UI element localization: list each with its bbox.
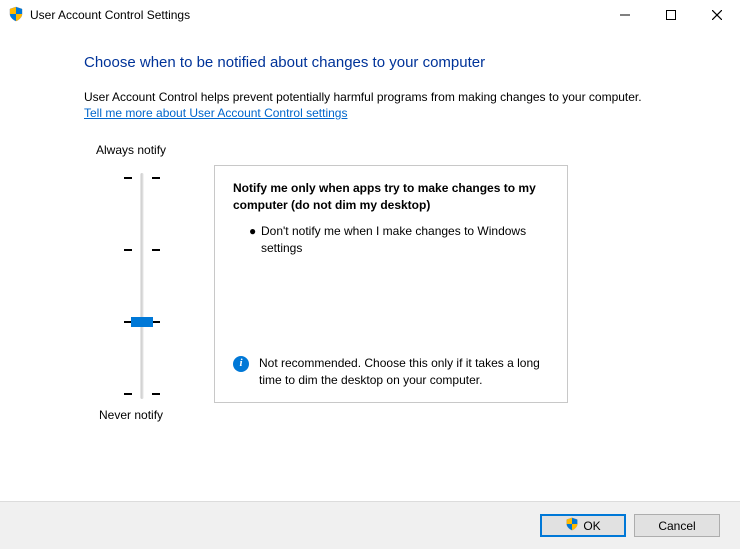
shield-icon [565,517,579,534]
content-area: Choose when to be notified about changes… [0,30,740,433]
bullet-icon: ● [249,223,261,257]
slider-thumb[interactable] [131,317,153,327]
slider-label-always: Always notify [96,143,166,157]
minimize-button[interactable] [602,0,648,30]
window-controls [602,0,740,30]
notification-slider[interactable] [122,167,162,405]
title-bar: User Account Control Settings [0,0,740,30]
page-heading: Choose when to be notified about changes… [84,54,704,71]
panel-warning: i Not recommended. Choose this only if i… [233,355,549,389]
learn-more-link[interactable]: Tell me more about User Account Control … [84,106,347,120]
panel-bullet: ● Don't notify me when I make changes to… [233,223,549,257]
slider-tick [124,393,132,395]
slider-tick [152,177,160,179]
shield-icon [8,6,24,25]
close-button[interactable] [694,0,740,30]
slider-tick [152,321,160,323]
slider-area: Always notify Never notify Notify me onl… [84,143,704,433]
window-title: User Account Control Settings [30,8,190,22]
panel-title: Notify me only when apps try to make cha… [233,180,549,212]
slider-tick [152,393,160,395]
page-description: User Account Control helps prevent poten… [84,89,704,121]
notification-detail-panel: Notify me only when apps try to make cha… [214,165,568,403]
slider-tick [124,177,132,179]
slider-track [141,173,144,399]
cancel-button[interactable]: Cancel [634,514,720,537]
slider-tick [124,249,132,251]
info-icon: i [233,356,249,372]
slider-label-never: Never notify [99,408,163,422]
ok-button[interactable]: OK [540,514,626,537]
slider-tick [152,249,160,251]
maximize-button[interactable] [648,0,694,30]
button-bar: OK Cancel [0,501,740,549]
